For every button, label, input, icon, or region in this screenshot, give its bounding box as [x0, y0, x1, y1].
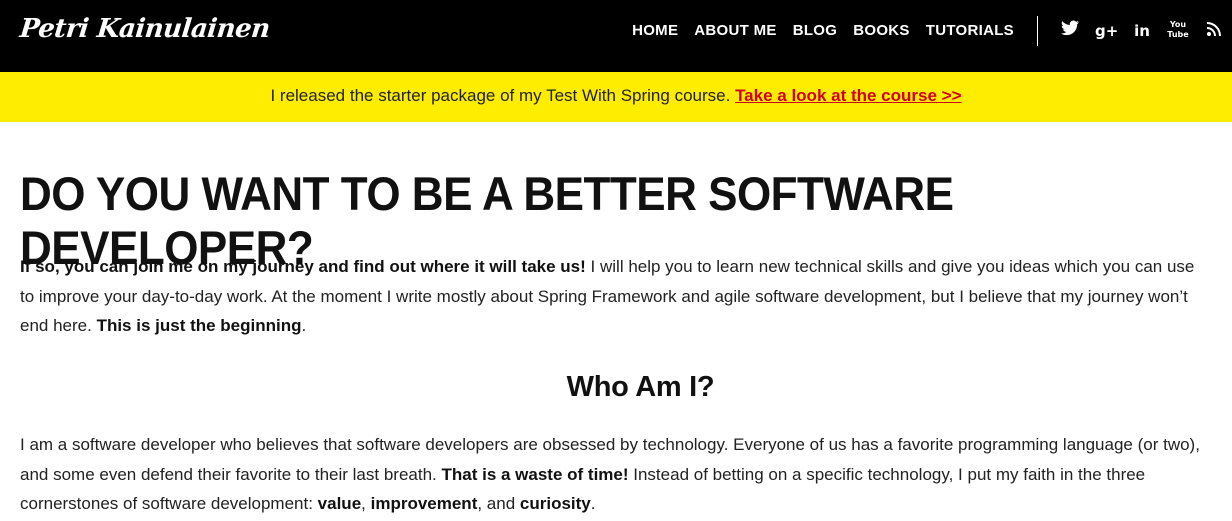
- site-logo[interactable]: Petri Kainulainen: [18, 14, 271, 44]
- intro-paragraph: If so, you can join me on my journey and…: [20, 252, 1212, 341]
- course-link[interactable]: Take a look at the course >>: [735, 86, 961, 105]
- banner-text: I released the starter package of my Tes…: [270, 86, 731, 105]
- twitter-icon[interactable]: [1059, 20, 1081, 42]
- nav-divider: [1037, 16, 1038, 46]
- sep-2: , and: [477, 494, 520, 513]
- nav-home[interactable]: HOME: [632, 22, 678, 39]
- sep-1: ,: [361, 494, 371, 513]
- intro-bold: If so, you can join me on my journey and…: [20, 257, 586, 276]
- rss-icon[interactable]: [1203, 20, 1225, 42]
- nav-about-me[interactable]: ABOUT ME: [694, 22, 776, 39]
- main-nav: HOME ABOUT ME BLOG BOOKS TUTORIALS: [632, 22, 1014, 39]
- value-word: value: [317, 494, 362, 513]
- announcement-banner: I released the starter package of my Tes…: [0, 72, 1232, 122]
- social-links: g+ in You Tube: [1059, 20, 1225, 42]
- nav-tutorials[interactable]: TUTORIALS: [926, 22, 1014, 39]
- about-paragraph: I am a software developer who believes t…: [20, 430, 1212, 519]
- intro-bold-2: This is just the beginning: [96, 316, 302, 335]
- top-navbar: Petri Kainulainen HOME ABOUT ME BLOG BOO…: [0, 0, 1232, 72]
- google-plus-icon[interactable]: g+: [1095, 20, 1118, 42]
- main-content: DO YOU WANT TO BE A BETTER SOFTWARE DEVE…: [20, 168, 1212, 513]
- intro-end: .: [301, 316, 307, 335]
- about-bold: That is a waste of time!: [441, 464, 629, 484]
- nav-blog[interactable]: BLOG: [793, 22, 838, 39]
- section-heading: Who Am I?: [566, 371, 715, 403]
- about-end: .: [590, 494, 596, 513]
- improvement-word: improvement: [370, 494, 478, 513]
- curiosity-word: curiosity: [519, 494, 591, 513]
- linkedin-icon[interactable]: in: [1131, 20, 1153, 42]
- youtube-icon[interactable]: You Tube: [1167, 20, 1189, 42]
- nav-books[interactable]: BOOKS: [853, 22, 910, 39]
